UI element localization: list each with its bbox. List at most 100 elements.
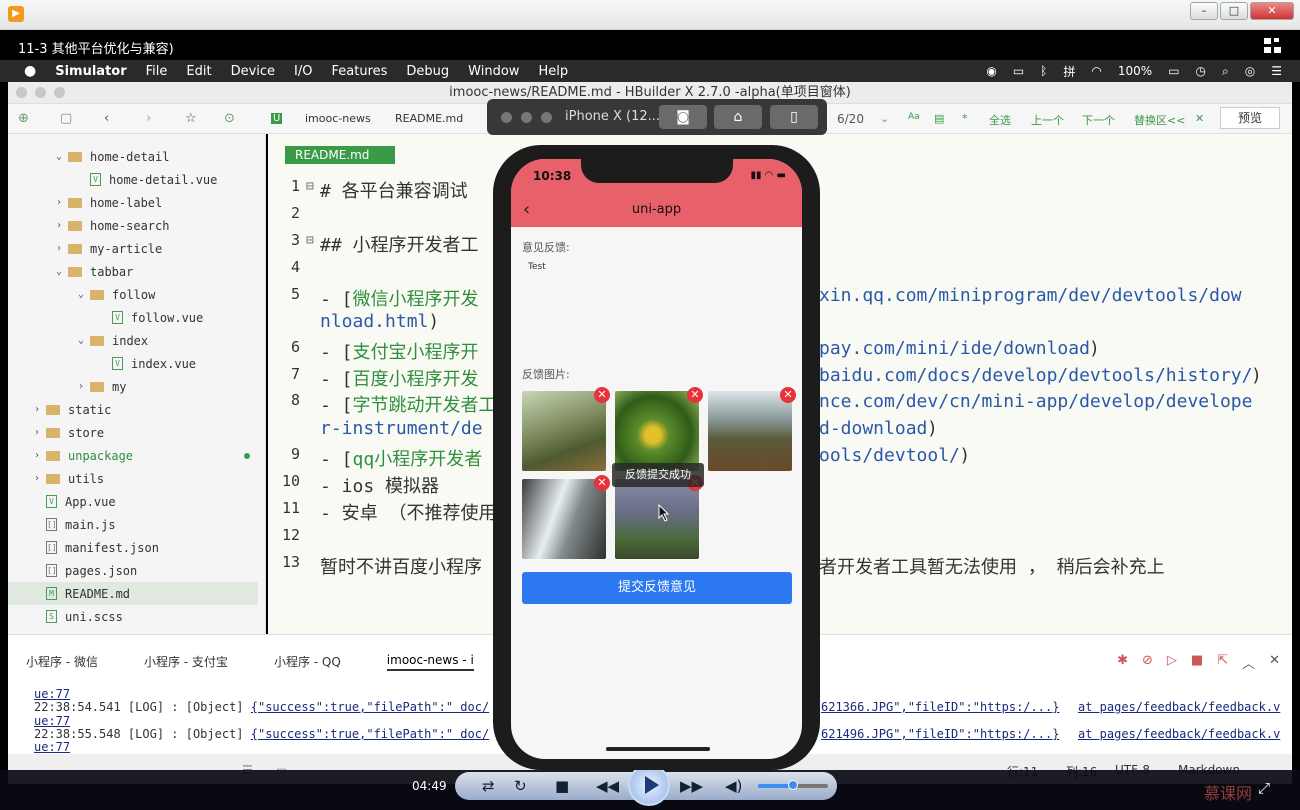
- tree-item[interactable]: › unpackage: [34, 444, 133, 467]
- feedback-image-2[interactable]: [615, 391, 699, 471]
- tree-item[interactable]: [] manifest.json: [34, 536, 159, 559]
- play-button[interactable]: [628, 764, 670, 806]
- menu-window[interactable]: Window: [468, 64, 519, 79]
- chevron-right-icon[interactable]: ›: [56, 243, 68, 254]
- remove-image-4-icon[interactable]: ✕: [594, 475, 610, 491]
- log-object[interactable]: {"success":true,"filePath":" doc/: [251, 700, 489, 714]
- case-toggle[interactable]: Aa: [908, 112, 920, 122]
- console-tab-alipay[interactable]: 小程序 - 支付宝: [144, 653, 228, 671]
- log-source-link[interactable]: at pages/feedback/feedback.v: [1078, 727, 1280, 741]
- next-match-button[interactable]: 下一个: [1082, 112, 1115, 128]
- wifi-icon[interactable]: ◠: [1091, 64, 1101, 78]
- rewind-icon[interactable]: ◀◀: [596, 777, 619, 795]
- window-close-dot[interactable]: [16, 87, 27, 98]
- repeat-icon[interactable]: ↻: [514, 777, 527, 795]
- maximize-button[interactable]: □: [1220, 2, 1248, 20]
- window-zoom-dot[interactable]: [54, 87, 65, 98]
- remove-image-1-icon[interactable]: ✕: [594, 387, 610, 403]
- log-object-tail[interactable]: 621496.JPG","fileID":"https:/...}: [821, 727, 1059, 741]
- chevron-right-icon[interactable]: ›: [34, 450, 46, 461]
- chevron-down-icon[interactable]: ⌄: [56, 266, 68, 277]
- export-icon[interactable]: ⇱: [1217, 653, 1228, 672]
- fold-icon[interactable]: ⊟: [306, 179, 314, 194]
- search-icon[interactable]: ⌕: [1222, 64, 1229, 79]
- tree-item[interactable]: › store: [34, 421, 104, 444]
- chevron-down-icon[interactable]: ⌄: [56, 151, 68, 162]
- menu-features[interactable]: Features: [332, 64, 388, 79]
- feedback-textarea[interactable]: Test: [522, 256, 792, 336]
- breadcrumb-project[interactable]: imooc-news: [305, 112, 371, 125]
- close-panel-icon[interactable]: ✕: [1269, 653, 1280, 672]
- tree-item[interactable]: › home-label: [56, 191, 162, 214]
- chevron-right-icon[interactable]: ›: [78, 381, 90, 392]
- history-icon[interactable]: ◷: [1196, 64, 1206, 78]
- sim-zoom-dot[interactable]: [541, 112, 552, 123]
- log-object-tail[interactable]: 621366.JPG","fileID":"https:/...}: [821, 700, 1059, 714]
- volume-icon[interactable]: ◀): [725, 777, 742, 795]
- bluetooth-icon[interactable]: ᛒ: [1040, 64, 1047, 78]
- tree-item[interactable]: Vhome-detail.vue: [78, 168, 217, 191]
- stop-icon[interactable]: ◉: [986, 64, 996, 78]
- tree-item[interactable]: › my: [78, 375, 126, 398]
- word-icon[interactable]: ▤: [934, 112, 944, 125]
- tree-item[interactable]: M README.md: [8, 582, 258, 605]
- forward-icon[interactable]: ▶▶: [680, 777, 703, 795]
- swap-icon[interactable]: ⇄: [482, 777, 495, 795]
- prev-match-button[interactable]: 上一个: [1031, 112, 1064, 128]
- menu-simulator[interactable]: Simulator: [55, 64, 126, 79]
- stop-square-icon[interactable]: ■: [1191, 653, 1203, 672]
- home-icon[interactable]: ⌂: [714, 105, 762, 129]
- chevron-right-icon[interactable]: ›: [56, 220, 68, 231]
- console-tab-qq[interactable]: 小程序 - QQ: [274, 653, 341, 671]
- remove-image-3-icon[interactable]: ✕: [780, 387, 796, 403]
- log-object[interactable]: {"success":true,"filePath":" doc/: [251, 727, 489, 741]
- stop-icon[interactable]: ■: [555, 777, 569, 795]
- list-icon[interactable]: ☰: [1271, 64, 1282, 78]
- screenshot-icon[interactable]: ◙: [659, 105, 707, 129]
- grid-icon[interactable]: [1264, 38, 1282, 54]
- save-icon[interactable]: ▢: [60, 111, 72, 126]
- feedback-image-1[interactable]: [522, 391, 606, 471]
- select-all-button[interactable]: 全选: [989, 112, 1011, 128]
- display-icon[interactable]: ▭: [1013, 64, 1024, 78]
- feedback-image-4[interactable]: [522, 479, 606, 559]
- siri-icon[interactable]: ◎: [1245, 64, 1255, 78]
- tree-item[interactable]: V App.vue: [34, 490, 116, 513]
- rotate-icon[interactable]: ▯: [770, 105, 818, 129]
- clear-icon[interactable]: ⊘: [1142, 653, 1153, 672]
- menu-io[interactable]: I/O: [294, 64, 312, 79]
- search-close-icon[interactable]: ✕: [1195, 112, 1204, 125]
- tree-item[interactable]: › static: [34, 398, 111, 421]
- tree-item[interactable]: › utils: [34, 467, 104, 490]
- chevron-down-icon[interactable]: ⌄: [78, 335, 90, 346]
- menu-device[interactable]: Device: [231, 64, 275, 79]
- debug-icon[interactable]: ✱: [1117, 653, 1128, 672]
- forward-icon[interactable]: ›: [146, 111, 151, 126]
- replace-toggle-button[interactable]: 替换区<<: [1134, 112, 1185, 128]
- chevron-right-icon[interactable]: ›: [34, 427, 46, 438]
- sim-minimize-dot[interactable]: [521, 112, 532, 123]
- sim-close-dot[interactable]: [501, 112, 512, 123]
- tree-item[interactable]: Suni.scss: [34, 605, 123, 628]
- chevron-right-icon[interactable]: ›: [56, 197, 68, 208]
- tree-item[interactable]: [] pages.json: [34, 559, 137, 582]
- collapse-icon[interactable]: ︿: [1242, 653, 1255, 672]
- chevron-right-icon[interactable]: ›: [34, 404, 46, 415]
- close-button[interactable]: ✕: [1250, 2, 1294, 20]
- breadcrumb-file[interactable]: README.md: [395, 112, 463, 125]
- fullscreen-icon[interactable]: ⤢: [1258, 779, 1270, 797]
- log-source-link[interactable]: at pages/feedback/feedback.v: [1078, 700, 1280, 714]
- menu-file[interactable]: File: [146, 64, 168, 79]
- new-file-icon[interactable]: ⊕: [18, 111, 29, 126]
- back-icon[interactable]: ‹: [104, 111, 109, 126]
- star-icon[interactable]: ☆: [185, 111, 197, 126]
- minimize-button[interactable]: –: [1190, 2, 1218, 20]
- fold-icon[interactable]: ⊟: [306, 233, 314, 248]
- feedback-image-5[interactable]: [615, 479, 699, 559]
- regex-icon[interactable]: *: [962, 112, 968, 125]
- editor-tab-readme[interactable]: README.md: [285, 146, 395, 164]
- input-method-icon[interactable]: 拼: [1063, 63, 1075, 80]
- menu-edit[interactable]: Edit: [186, 64, 211, 79]
- chevron-down-icon[interactable]: ⌄: [78, 289, 90, 300]
- tree-item[interactable]: ⌄ tabbar: [56, 260, 133, 283]
